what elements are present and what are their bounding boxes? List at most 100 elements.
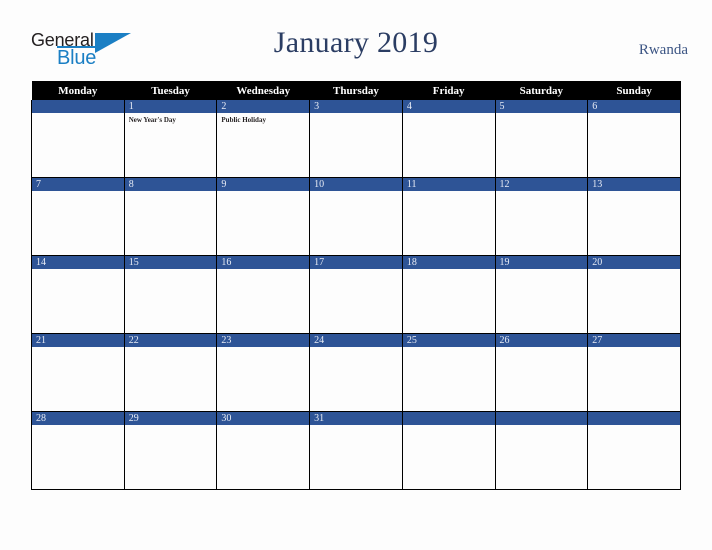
day-cell-inner: 16 (217, 256, 309, 333)
day-events (125, 347, 216, 350)
calendar-day-cell[interactable]: 22 (123, 333, 218, 412)
day-events: New Year's Day (125, 113, 216, 125)
day-events: Public Holiday (218, 113, 309, 125)
weekday-header-thursday: Thursday (309, 81, 403, 100)
day-number (403, 412, 495, 425)
calendar-day-cell[interactable]: 1 New Year's Day (123, 100, 218, 178)
country-label: Rwanda (638, 42, 688, 58)
calendar-day-cell[interactable] (587, 411, 681, 490)
day-number: 8 (125, 178, 216, 191)
calendar-day-cell[interactable]: 8 (123, 177, 218, 256)
calendar-page: General Blue January 2019 Rwanda Monday … (0, 0, 712, 550)
calendar-day-cell[interactable]: 13 (587, 177, 681, 256)
calendar-day-cell[interactable]: 3 (309, 100, 403, 178)
calendar-day-cell[interactable]: 15 (123, 255, 218, 334)
calendar-day-cell[interactable] (401, 411, 496, 490)
day-number: 5 (496, 100, 587, 113)
day-events (125, 191, 216, 194)
day-number: 7 (32, 178, 124, 191)
day-number (32, 100, 124, 113)
day-events (32, 269, 123, 272)
calendar-day-cell[interactable]: 4 (401, 100, 496, 178)
day-events (496, 269, 587, 272)
calendar-day-cell[interactable]: 2 Public Holiday (216, 100, 311, 178)
day-number: 16 (217, 256, 309, 269)
day-events (496, 425, 587, 428)
calendar-day-cell[interactable]: 21 (31, 333, 125, 412)
day-number: 9 (217, 178, 309, 191)
calendar-day-cell[interactable]: 29 (123, 411, 218, 490)
day-number: 14 (32, 256, 124, 269)
day-number: 23 (217, 334, 309, 347)
day-cell-inner: 6 (588, 100, 680, 177)
calendar-day-cell[interactable]: 19 (494, 255, 589, 334)
calendar-day-cell[interactable]: 7 (31, 177, 125, 256)
calendar-day-cell[interactable]: 11 (401, 177, 496, 256)
day-number: 2 (217, 100, 309, 113)
day-cell-inner: 27 (588, 334, 680, 411)
day-events (32, 113, 123, 116)
calendar-day-cell[interactable]: 9 (216, 177, 311, 256)
day-events (496, 191, 587, 194)
day-cell-inner: 14 (32, 256, 124, 333)
day-cell-inner: 19 (496, 256, 587, 333)
calendar-day-cell[interactable]: 17 (309, 255, 403, 334)
calendar-day-cell[interactable] (494, 411, 589, 490)
day-number: 25 (403, 334, 495, 347)
day-cell-inner: 18 (403, 256, 495, 333)
day-number: 30 (217, 412, 309, 425)
day-number: 21 (32, 334, 124, 347)
calendar-day-cell[interactable]: 10 (309, 177, 403, 256)
holiday-label: New Year's Day (128, 116, 176, 124)
calendar-day-cell[interactable]: 18 (401, 255, 496, 334)
day-number: 22 (125, 334, 216, 347)
day-number: 15 (125, 256, 216, 269)
calendar-day-cell[interactable]: 20 (587, 255, 681, 334)
calendar-week-row: 21 22 23 24 25 26 27 (31, 333, 681, 412)
day-events (311, 425, 402, 428)
calendar-day-cell[interactable]: 14 (31, 255, 125, 334)
weekday-header-sunday: Sunday (587, 81, 681, 100)
day-events (218, 425, 309, 428)
day-cell-inner: 25 (403, 334, 495, 411)
calendar-week-row: 7 8 9 10 11 12 13 (31, 177, 681, 256)
day-cell-inner: 24 (310, 334, 402, 411)
calendar-day-cell[interactable]: 6 (587, 100, 681, 178)
calendar-day-cell[interactable]: 12 (494, 177, 589, 256)
calendar-day-cell[interactable]: 31 (309, 411, 403, 490)
day-number: 26 (496, 334, 587, 347)
day-cell-inner: 12 (496, 178, 587, 255)
day-cell-inner: 31 (310, 412, 402, 489)
day-number: 19 (496, 256, 587, 269)
calendar-day-cell[interactable]: 25 (401, 333, 496, 412)
calendar-day-cell[interactable]: 27 (587, 333, 681, 412)
day-number: 3 (310, 100, 402, 113)
weekday-header-friday: Friday (402, 81, 496, 100)
calendar-day-cell[interactable]: 30 (216, 411, 311, 490)
day-cell-inner: 11 (403, 178, 495, 255)
day-number: 11 (403, 178, 495, 191)
calendar-day-cell[interactable]: 26 (494, 333, 589, 412)
day-events (403, 191, 494, 194)
day-cell-inner (496, 412, 587, 489)
weekday-header-row: Monday Tuesday Wednesday Thursday Friday… (31, 81, 681, 100)
day-cell-inner: 5 (496, 100, 587, 177)
calendar-day-cell[interactable]: 23 (216, 333, 311, 412)
day-events (32, 347, 123, 350)
day-cell-inner: 13 (588, 178, 680, 255)
holiday-label: Public Holiday (221, 116, 266, 124)
calendar-day-cell[interactable] (31, 100, 125, 178)
calendar-day-cell[interactable]: 16 (216, 255, 311, 334)
calendar-day-cell[interactable]: 5 (494, 100, 589, 178)
calendar-day-cell[interactable]: 28 (31, 411, 125, 490)
day-cell-inner: 23 (217, 334, 309, 411)
calendar-body: 1 New Year's Day 2 Public Holiday 3 4 5 6 7 8 9 10 1… (31, 100, 681, 490)
calendar-day-cell[interactable]: 24 (309, 333, 403, 412)
day-number (496, 412, 587, 425)
day-number: 27 (588, 334, 680, 347)
day-number: 24 (310, 334, 402, 347)
day-number: 4 (403, 100, 495, 113)
weekday-header-wednesday: Wednesday (216, 81, 310, 100)
day-events (589, 425, 680, 428)
day-number: 13 (588, 178, 680, 191)
